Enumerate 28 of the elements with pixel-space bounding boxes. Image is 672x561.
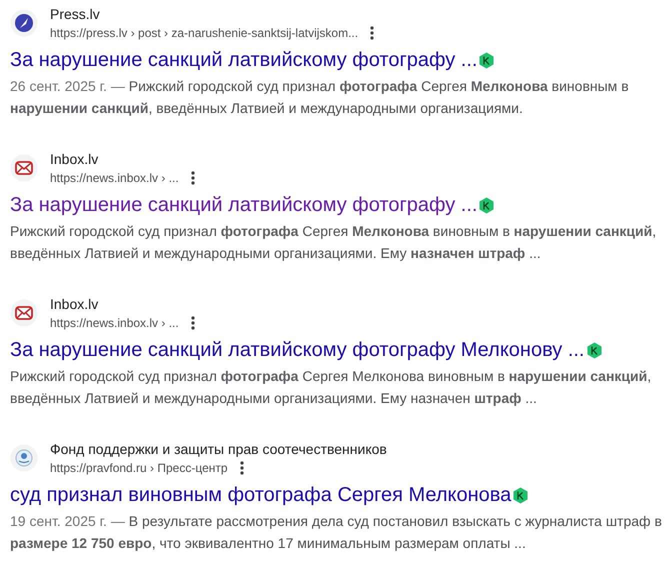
result-snippet: 26 сент. 2025 г. — Рижский городской суд признал фотографа Сергея Мелконова виновным в нарушении санкций, введённых Латвией и международными организациями. — [10, 77, 630, 118]
result-snippet: 19 сент. 2025 г. — В результате рассмотрения дела суд постановил взыскать с журналиста штраф в размере 12 750 евро, что эквивалентно 17 минимальным размерам оплаты ... — [10, 512, 663, 553]
site-url: https://press.lv › post › za-narushenie-sanktsij-latvijskom... — [50, 25, 358, 42]
site-url: https://news.inbox.lv › ... — [50, 170, 179, 187]
site-name: Inbox.lv — [50, 150, 100, 169]
more-options-icon[interactable] — [370, 26, 374, 40]
quill-icon — [10, 9, 38, 37]
envelope-icon — [10, 154, 38, 182]
result-snippet: Рижский городской суд признал фотографа Сергея Мелконова виновным в нарушении санкций, введённых Латвией и международными организациями. Ему назначен штраф ... — [10, 367, 652, 408]
shield-badge-icon — [478, 52, 496, 68]
shield-badge-icon — [512, 486, 530, 504]
emblem-icon — [10, 444, 38, 472]
result-title-link[interactable]: За нарушение санкций латвийскому фотографу ... — [10, 191, 478, 219]
more-options-icon[interactable] — [240, 461, 244, 475]
result-title-link[interactable]: За нарушение санкций латвийскому фотографу ... — [10, 46, 478, 74]
result-title-link[interactable]: За нарушение санкций латвийскому фотографу Мелконову ... — [10, 336, 584, 364]
shield-badge-icon — [586, 342, 602, 358]
site-name: Фонд поддержки и защиты прав соотечественников — [50, 440, 387, 459]
site-name: Inbox.lv — [50, 295, 100, 314]
shield-badge-icon — [478, 196, 496, 214]
more-options-icon[interactable] — [190, 171, 195, 185]
result-snippet: Рижский городской суд признал фотографа Сергея Мелконова виновным в нарушении санкций, введённых Латвией и международными организациями. Ему назначен штраф ... — [10, 222, 658, 263]
site-url: https://news.inbox.lv › ... — [50, 315, 179, 332]
more-options-icon[interactable] — [190, 316, 195, 330]
site-name: Press.lv — [50, 5, 101, 24]
envelope-icon — [10, 299, 38, 327]
result-title-link[interactable]: суд признал виновным фотографа Сергея Мелконова — [10, 481, 512, 509]
site-url: https://pravfond.ru › Пресс-центр — [50, 460, 228, 477]
